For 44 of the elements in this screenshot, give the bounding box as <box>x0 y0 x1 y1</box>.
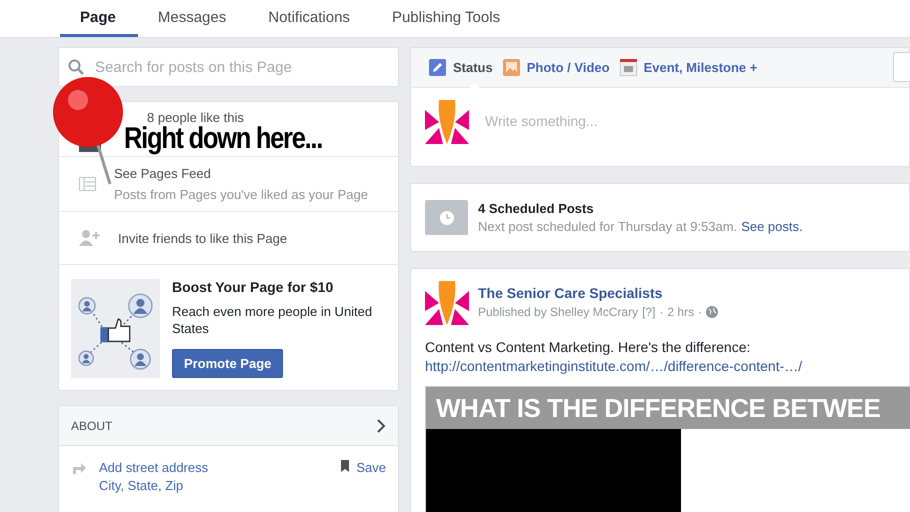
boost-title: Boost Your Page for $10 <box>172 279 334 295</box>
city-state-zip-link[interactable]: City, State, Zip <box>99 478 330 493</box>
about-heading: ABOUT <box>71 418 112 432</box>
page-logo <box>425 100 469 144</box>
chevron-right-icon[interactable] <box>377 418 386 432</box>
photo-icon <box>502 59 520 76</box>
scheduled-posts-title: 4 Scheduled Posts <box>478 201 595 216</box>
promote-page-button[interactable]: Promote Page <box>172 349 284 378</box>
post-text: Content vs Content Marketing. Here's the difference: <box>425 339 752 355</box>
separator-dot: · <box>659 305 664 319</box>
likes-count: 8 people like this <box>147 110 244 125</box>
page-name-link[interactable]: The Senior Care Specialists <box>478 285 718 301</box>
add-person-icon <box>79 230 100 246</box>
boost-description: Reach even more people in United States <box>172 303 374 337</box>
pencil-icon <box>429 59 446 76</box>
nav-tab[interactable]: Notifications <box>248 0 372 37</box>
composer-tab[interactable]: Status <box>429 48 493 88</box>
search-field[interactable]: Search for posts on this Page <box>58 47 399 87</box>
page-logo <box>425 281 469 325</box>
search-icon <box>68 59 84 75</box>
composer-tab[interactable]: Event, Milestone + <box>620 48 758 88</box>
add-address-link[interactable]: Add street address <box>99 460 330 475</box>
post-time: 2 hrs <box>667 305 694 319</box>
nav-tab[interactable]: Publishing Tools <box>372 0 522 37</box>
nav-tab[interactable]: Messages <box>138 0 248 37</box>
see-posts-link[interactable]: See posts. <box>741 219 803 234</box>
published-by-text: Published by Shelley McCrary <box>478 305 638 319</box>
pages-feed-subtitle: Posts from Pages you've liked as your Page <box>114 187 368 202</box>
calendar-icon <box>620 59 637 76</box>
bookmark-icon <box>341 460 350 472</box>
post-link[interactable]: http://contentmarketinginstitute.com/…/difference-content-…/ <box>425 358 895 374</box>
invite-friends-link[interactable]: Invite friends to like this Page <box>118 230 288 246</box>
next-post-text: Next post scheduled for Thursday at 9:53am. <box>478 219 738 234</box>
feed-icon <box>79 177 96 191</box>
composer-tab[interactable]: Photo / Video <box>502 48 610 88</box>
pages-feed-link[interactable]: See Pages Feed <box>114 166 368 181</box>
save-link[interactable]: Save <box>341 460 386 476</box>
separator-dot: · <box>698 305 702 319</box>
clock-icon <box>425 200 468 235</box>
graphic-headline: WHAT IS THE DIFFERENCE BETWEE <box>436 392 880 424</box>
turn-arrow-icon <box>71 460 87 474</box>
globe-icon <box>706 306 718 318</box>
nav-tab[interactable]: Page <box>60 0 138 37</box>
annotation-text: Right down here... <box>124 124 322 154</box>
